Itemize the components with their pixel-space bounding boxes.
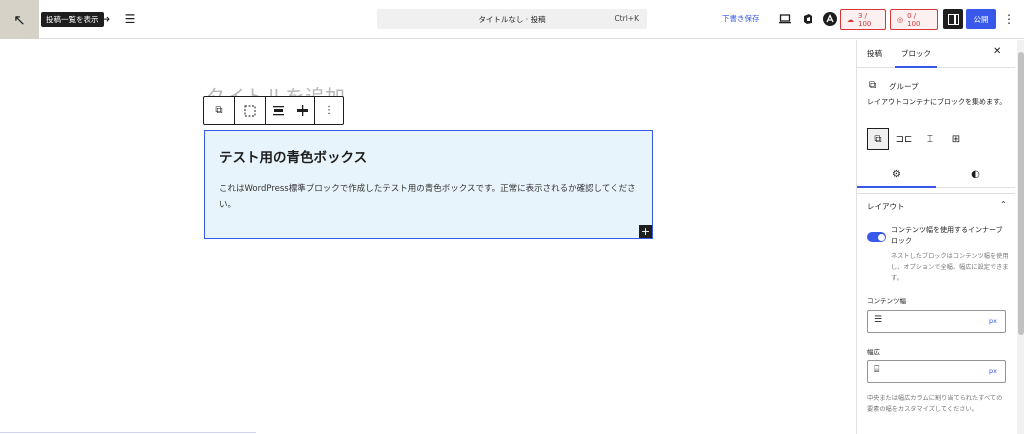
list-view-icon: ☰	[124, 12, 136, 26]
variation-stack-button[interactable]: ⌶	[919, 128, 941, 150]
stack-icon: ⌶	[927, 133, 933, 145]
layout-panel-title[interactable]: レイアウト	[867, 201, 905, 212]
block-inserter-button[interactable]: +	[639, 225, 652, 238]
editor-canvas: タイトルを追加 ⧉ ⋮ テスト用の青色ボックス これはWordPress標準ブロ…	[0, 40, 856, 434]
document-title: タイトルなし · 投稿	[478, 15, 546, 24]
group-icon: ⧉	[215, 105, 223, 116]
select-parent-group	[235, 97, 266, 124]
variation-row-button[interactable]: ⊐⊏	[893, 128, 915, 150]
command-shortcut: Ctrl+K	[614, 14, 639, 23]
readability-score-badge[interactable]: ◎ 0 / 100	[890, 9, 938, 30]
astra-settings-button[interactable]	[820, 9, 840, 29]
variation-grid-button[interactable]: ⊞	[945, 128, 967, 150]
drag-handle-button[interactable]	[235, 97, 265, 124]
group-icon: ⧉	[874, 133, 882, 145]
astra-logo-icon	[823, 12, 837, 26]
dashed-square-icon	[244, 105, 256, 116]
content-width-label: コンテンツ幅	[867, 297, 906, 305]
justify-button[interactable]	[290, 97, 314, 124]
justify-center-icon	[296, 105, 308, 116]
toggle-help-text: ネストしたブロックはコンテンツ幅を使用し、オプションで全幅、幅広に設定できます。	[891, 253, 1009, 282]
redo-button[interactable]: →	[95, 9, 115, 29]
align-none-icon: ☰	[874, 315, 883, 325]
wide-width-label: 幅広	[867, 348, 880, 356]
align-wide-icon: ⌸	[874, 365, 880, 375]
content-width-input[interactable]	[890, 314, 980, 329]
tab-block[interactable]: ブロック	[901, 48, 931, 59]
active-settings-tab-indicator	[857, 186, 936, 188]
wide-width-input[interactable]	[890, 364, 980, 379]
block-switcher-group: ⧉	[204, 97, 235, 124]
back-to-posts-button[interactable]: ↖	[0, 0, 39, 39]
block-type-button[interactable]: ⧉	[204, 97, 234, 124]
unit-select[interactable]: px	[989, 317, 997, 325]
chart-icon: ☁	[847, 15, 854, 24]
command-palette-bar[interactable]: タイトルなし · 投稿 Ctrl+K	[377, 9, 647, 29]
close-icon: ✕	[993, 46, 1002, 57]
block-options-button[interactable]: ⋮	[315, 97, 343, 124]
block-toolbar: ⧉ ⋮	[203, 96, 344, 125]
contrast-icon: ◐	[971, 169, 980, 180]
editor-header: ↖ 投稿一覧を表示 → ☰ タイトルなし · 投稿 Ctrl+K 下書き保存 ☁…	[0, 0, 1024, 39]
grid-icon: ⊞	[951, 133, 961, 145]
options-menu-button[interactable]: ⋮	[1002, 9, 1016, 29]
group-icon: ⧉	[869, 80, 877, 91]
sidebar-icon	[947, 13, 959, 25]
readability-score-value: 0 / 100	[907, 11, 921, 28]
plugin-logo-icon	[804, 14, 812, 24]
more-vertical-icon: ⋮	[1003, 12, 1015, 26]
scrollbar-thumb[interactable]	[1018, 52, 1024, 335]
alignment-group	[266, 97, 315, 124]
gear-icon: ⚙	[892, 169, 901, 180]
variation-group-button[interactable]: ⧉	[867, 128, 889, 150]
publish-button[interactable]: 公開	[966, 9, 996, 29]
plus-icon: +	[640, 225, 651, 238]
paragraph-block[interactable]: これはWordPress標準ブロックで作成したテスト用の青色ボックスです。正常に…	[219, 181, 644, 213]
plugin-button[interactable]	[798, 9, 818, 29]
chevron-up-icon[interactable]: ⌃	[1000, 200, 1007, 209]
settings-sidebar: 投稿 ブロック ✕ ⧉ グループ レイアウトコンテナにブロックを集めます。 ⧉ …	[856, 40, 1024, 434]
redo-arrow-icon: →	[99, 12, 111, 26]
close-sidebar-button[interactable]: ✕	[993, 46, 1001, 57]
preview-button[interactable]	[775, 9, 795, 29]
wide-width-help-text: 中央または幅広カラムに割り当てられたすべての要素の幅をカスタマイズしてください。	[867, 395, 1003, 413]
panel-divider	[857, 193, 1015, 194]
save-draft-button[interactable]: 下書き保存	[722, 13, 760, 24]
group-block[interactable]: テスト用の青色ボックス これはWordPress標準ブロックで作成したテスト用の…	[204, 130, 653, 239]
desktop-icon	[779, 14, 791, 24]
settings-sidebar-toggle[interactable]	[943, 9, 963, 29]
bottom-divider	[0, 432, 256, 433]
unit-select[interactable]: px	[989, 367, 997, 375]
wide-width-field[interactable]: ⌸ px	[867, 360, 1006, 383]
tab-post[interactable]: 投稿	[867, 48, 882, 59]
align-wide-button[interactable]	[266, 97, 290, 124]
tab-settings[interactable]: ⚙	[857, 169, 936, 180]
block-card-title: グループ	[889, 82, 919, 91]
active-tab-indicator	[895, 66, 937, 68]
target-icon: ◎	[897, 15, 904, 24]
block-card-description: レイアウトコンテナにブロックを集めます。	[867, 98, 1007, 106]
row-icon: ⊐⊏	[895, 133, 913, 145]
sidebar-scrollbar[interactable]	[1017, 40, 1024, 434]
content-width-field[interactable]: ☰ px	[867, 310, 1006, 333]
more-options-group: ⋮	[315, 97, 343, 124]
inner-blocks-content-width-toggle[interactable]	[867, 232, 886, 242]
seo-score-value: 3 / 100	[858, 11, 872, 28]
arrow-up-left-icon: ↖	[13, 10, 26, 29]
more-vertical-icon: ⋮	[324, 105, 334, 116]
sidebar-tabs: 投稿 ブロック ✕	[857, 40, 1015, 68]
seo-score-badge[interactable]: ☁ 3 / 100	[840, 9, 886, 30]
heading-block[interactable]: テスト用の青色ボックス	[219, 146, 367, 166]
settings-styles-tabs: ⚙ ◐	[857, 164, 1015, 188]
document-overview-button[interactable]: ☰	[120, 9, 140, 29]
tab-styles[interactable]: ◐	[936, 169, 1015, 180]
block-variations: ⧉ ⊐⊏ ⌶ ⊞	[867, 128, 967, 150]
align-full-icon	[272, 106, 284, 116]
toggle-label: コンテンツ幅を使用するインナーブロック	[891, 226, 1003, 245]
